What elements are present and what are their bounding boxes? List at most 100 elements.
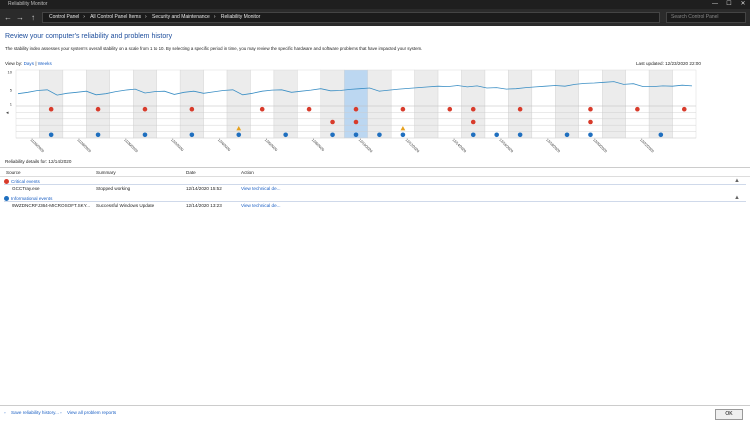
save-history-link[interactable]: Save reliability history... (11, 410, 59, 415)
misc-failure-icon[interactable] (470, 119, 476, 125)
information-icon[interactable] (283, 132, 288, 138)
information-icon[interactable] (95, 132, 101, 138)
app-failure-icon[interactable] (470, 106, 476, 112)
chart-column[interactable] (133, 69, 157, 139)
app-failure-icon[interactable] (447, 106, 453, 112)
information-icon[interactable] (588, 132, 593, 138)
collapse-chevron-icon[interactable]: ▲ (734, 195, 740, 202)
breadcrumb-item[interactable]: Control Panel (49, 14, 79, 20)
chart-column[interactable] (15, 69, 40, 139)
chart-column[interactable] (531, 69, 556, 139)
misc-failure-icon[interactable] (330, 119, 335, 125)
chart-column[interactable] (602, 69, 626, 139)
column-source[interactable]: Source (6, 168, 21, 177)
chart-column[interactable] (344, 69, 368, 139)
row-date: 12/14/2020 13:23 (186, 203, 222, 208)
group-critical-events[interactable]: Critical events ▲ (4, 178, 746, 185)
app-failure-icon[interactable] (517, 106, 523, 112)
app-failure-icon[interactable] (588, 106, 593, 112)
breadcrumb-item[interactable]: All Control Panel Items (90, 14, 141, 20)
chart-column[interactable] (672, 69, 697, 139)
information-icon[interactable] (236, 132, 242, 138)
app-failure-icon[interactable] (306, 106, 312, 112)
information-icon[interactable] (377, 132, 382, 138)
details-title: Reliability details for: 12/14/2020 (5, 159, 72, 164)
app-failure-icon[interactable] (353, 106, 359, 112)
view-days-link[interactable]: Days (24, 61, 34, 66)
chart-column[interactable] (86, 69, 110, 139)
app-failure-icon[interactable] (400, 106, 406, 112)
minimize-button[interactable]: — (708, 0, 722, 9)
table-row[interactable]: GCCTray.exe Stopped working 12/14/2020 1… (0, 185, 750, 193)
information-icon[interactable] (658, 132, 664, 138)
view-technical-details-link[interactable]: View technical de... (241, 186, 281, 191)
app-failure-icon[interactable] (142, 106, 148, 112)
view-weeks-link[interactable]: Weeks (38, 61, 52, 66)
chart-column[interactable] (437, 69, 462, 139)
chart-column[interactable] (648, 69, 673, 139)
information-icon[interactable] (142, 132, 148, 138)
app-failure-icon[interactable] (189, 106, 195, 112)
information-icon[interactable] (564, 132, 570, 138)
chart-column[interactable] (273, 69, 298, 139)
group-informational-events[interactable]: Informational events ▲ (4, 195, 746, 202)
chart-column[interactable] (156, 69, 181, 139)
breadcrumb-item[interactable]: Reliability Monitor (221, 14, 260, 20)
app-failure-icon[interactable] (259, 106, 265, 112)
information-icon[interactable] (189, 132, 195, 138)
chart-column[interactable] (367, 69, 392, 139)
app-failure-icon[interactable] (681, 106, 687, 112)
information-icon[interactable] (400, 132, 406, 138)
column-summary[interactable]: Summary (96, 168, 116, 177)
x-tick-label: 12/8/2020 (311, 138, 325, 152)
app-failure-icon[interactable] (635, 106, 640, 112)
app-failure-icon[interactable] (95, 106, 101, 112)
breadcrumb-item[interactable]: Security and Maintenance (152, 14, 210, 20)
chart-column[interactable] (461, 69, 486, 139)
information-icon[interactable] (517, 132, 523, 138)
up-arrow-icon[interactable]: ↑ (28, 12, 38, 23)
chart-column[interactable] (484, 69, 509, 139)
reliability-chart[interactable]: 1051Application failuresWindows failures… (4, 68, 700, 158)
information-icon[interactable] (470, 132, 476, 138)
chart-column[interactable] (250, 69, 275, 139)
chart-column[interactable] (508, 69, 533, 139)
app-failure-icon[interactable] (48, 106, 54, 112)
chart-column[interactable] (414, 69, 439, 139)
breadcrumb-separator: › (213, 14, 216, 20)
chart-column[interactable] (555, 69, 579, 139)
chart-column[interactable] (320, 69, 345, 139)
close-button[interactable]: ✕ (736, 0, 750, 9)
maximize-button[interactable]: ☐ (722, 0, 736, 9)
misc-failure-icon[interactable] (588, 119, 593, 125)
scroll-left-arrow-icon[interactable]: ◂ (6, 110, 9, 116)
chart-column[interactable] (203, 69, 228, 139)
misc-failure-icon[interactable] (353, 119, 359, 125)
chart-column[interactable] (39, 69, 64, 139)
column-date[interactable]: Date (186, 168, 196, 177)
column-action[interactable]: Action (241, 168, 254, 177)
view-all-reports-link[interactable]: View all problem reports (67, 410, 116, 415)
collapse-chevron-icon[interactable]: ▲ (734, 178, 740, 185)
information-icon[interactable] (330, 132, 335, 138)
chart-column[interactable] (62, 69, 87, 139)
chart-column[interactable] (297, 69, 322, 139)
back-arrow-icon[interactable]: ← (3, 12, 13, 23)
x-tick-label: 12/20/2020 (592, 138, 608, 154)
information-icon[interactable] (48, 132, 54, 138)
chart-column[interactable] (578, 69, 603, 139)
table-row[interactable]: 9WZDNCRFJ364-MICROSOFT.SKY... Successful… (0, 202, 750, 210)
search-input[interactable]: Search Control Panel (666, 12, 746, 23)
forward-arrow-icon[interactable]: → (15, 12, 25, 23)
chart-column[interactable] (179, 69, 204, 139)
chart-column[interactable] (625, 69, 650, 139)
information-icon[interactable] (353, 132, 359, 138)
information-icon[interactable] (494, 132, 499, 138)
group-label: Informational events (11, 196, 53, 201)
view-technical-details-link[interactable]: View technical de... (241, 203, 281, 208)
ok-button[interactable]: OK (715, 409, 743, 420)
chart-column[interactable] (109, 69, 134, 139)
row-date: 12/14/2020 15:52 (186, 186, 222, 191)
x-tick-label: 12/2/2020 (170, 138, 184, 152)
breadcrumb[interactable]: Control Panel › All Control Panel Items › … (42, 12, 660, 23)
